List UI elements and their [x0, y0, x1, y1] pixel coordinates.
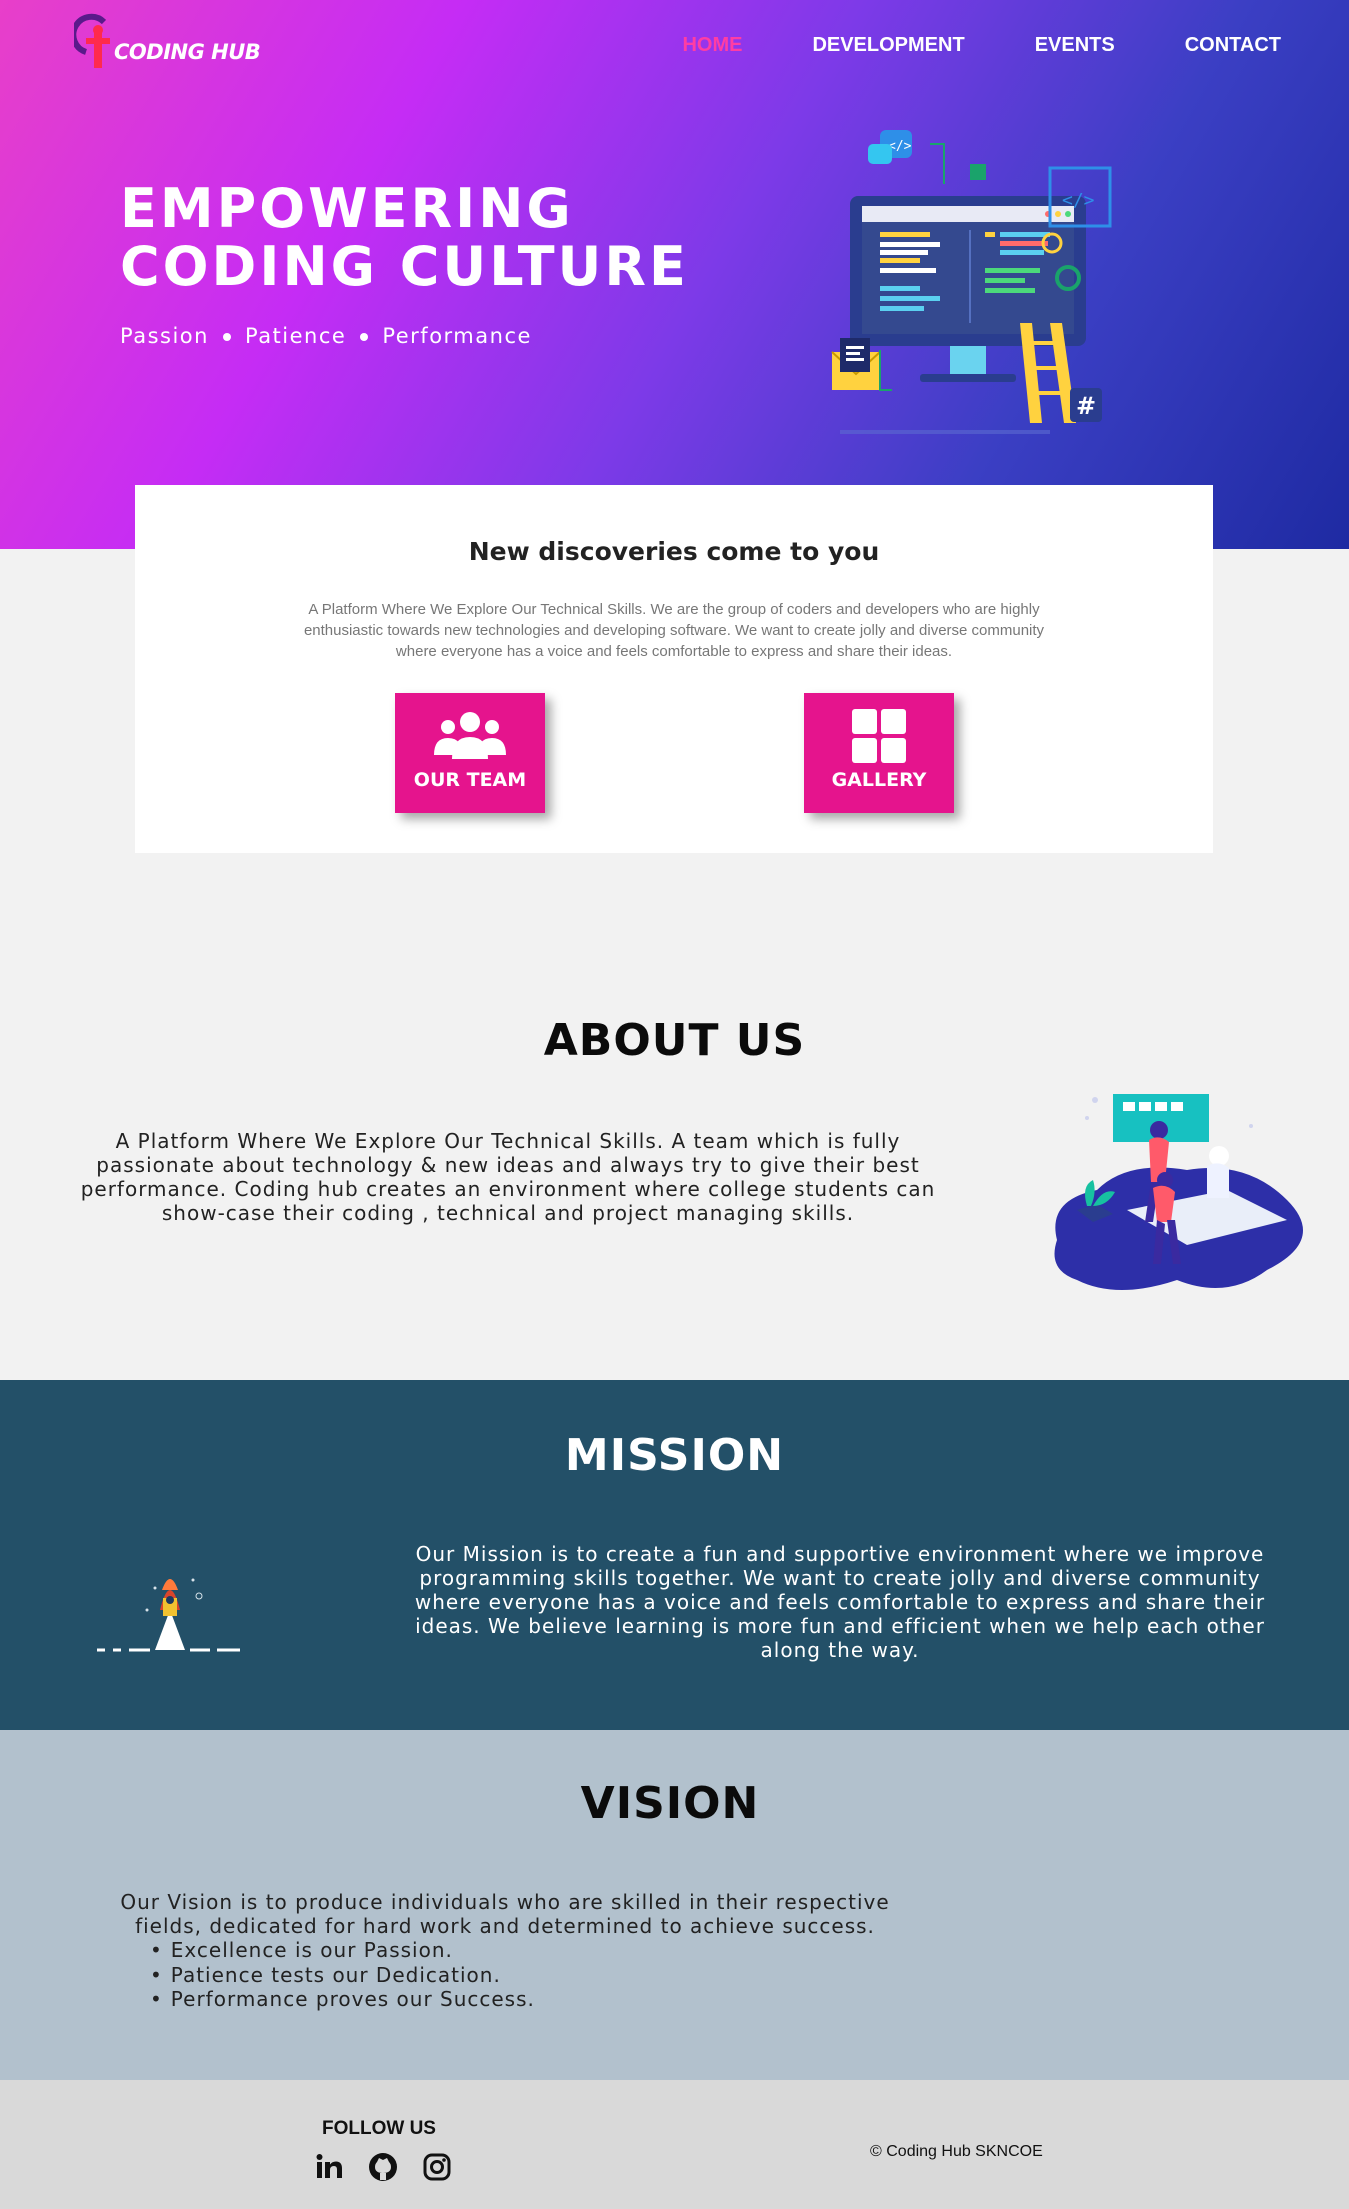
logo-text: CODING HUB [114, 40, 261, 64]
copyright-text: © Coding Hub SKNCOE [870, 2143, 1043, 2160]
hero-tagline: Passion Patience Performance [120, 324, 532, 348]
rocket-icon [97, 1578, 240, 1652]
follow-us-label: FOLLOW US [322, 2118, 436, 2139]
developer-computer-illustration: </> </> # [831, 130, 1112, 434]
hero-banner: CODING HUB HOME DEVELOPMENT EVENTS CONTA… [0, 0, 1349, 549]
bullet-dot [360, 333, 369, 341]
intro-title: New discoveries come to you [468, 537, 880, 566]
vision-point: Excellence is our Passion. [150, 1938, 535, 1963]
tagline-passion: Passion [120, 324, 209, 348]
mission-text: Our Mission is to create a fun and suppo… [414, 1542, 1266, 1662]
site-logo[interactable]: CODING HUB [74, 12, 274, 74]
hero-title-line2: CODING CULTURE [120, 235, 689, 298]
about-text: A Platform Where We Explore Our Technica… [80, 1129, 936, 1225]
vision-text: Our Vision is to produce individuals who… [120, 1890, 890, 1938]
svg-text:</>: </> [1062, 190, 1095, 211]
team-collaboration-illustration [1054, 1094, 1303, 1290]
about-title: ABOUT US [543, 1015, 806, 1066]
vision-title: VISION [580, 1778, 760, 1829]
nav-events[interactable]: EVENTS [1035, 34, 1115, 57]
social-links [314, 2152, 452, 2182]
vision-point: Patience tests our Dedication. [150, 1963, 535, 1988]
gallery-label: GALLERY [831, 769, 927, 791]
instagram-icon[interactable] [422, 2152, 452, 2182]
intro-text: A Platform Where We Explore Our Technica… [303, 601, 1045, 660]
nav-contact[interactable]: CONTACT [1185, 34, 1281, 57]
tagline-performance: Performance [382, 324, 532, 348]
bullet-dot [222, 333, 231, 341]
vision-points: Excellence is our Passion. Patience test… [150, 1938, 535, 2012]
site-footer: FOLLOW US © Coding Hub SKNCOE [0, 2080, 1349, 2209]
linkedin-icon[interactable] [314, 2152, 344, 2182]
our-team-button[interactable]: OUR TEAM [395, 693, 545, 813]
intro-card: New discoveries come to you A Platform W… [135, 485, 1213, 853]
grid-icon [852, 709, 906, 763]
nav-development[interactable]: DEVELOPMENT [812, 34, 964, 57]
main-nav: HOME DEVELOPMENT EVENTS CONTACT [612, 34, 1281, 57]
hero-title-line1: EMPOWERING [120, 177, 574, 240]
nav-home[interactable]: HOME [682, 34, 742, 57]
gallery-button[interactable]: GALLERY [804, 693, 954, 813]
vision-section: VISION Our Vision is to produce individu… [0, 1730, 1349, 2080]
github-icon[interactable] [368, 2152, 398, 2182]
hero-title: EMPOWERING CODING CULTURE [120, 180, 689, 296]
mission-section: MISSION Our Mission is to create a fun a… [0, 1380, 1349, 1730]
vision-point: Performance proves our Success. [150, 1987, 535, 2012]
our-team-label: OUR TEAM [413, 769, 527, 791]
tagline-patience: Patience [244, 324, 347, 348]
mission-title: MISSION [564, 1430, 785, 1481]
svg-text:#: # [1076, 392, 1096, 420]
users-icon [434, 712, 506, 759]
